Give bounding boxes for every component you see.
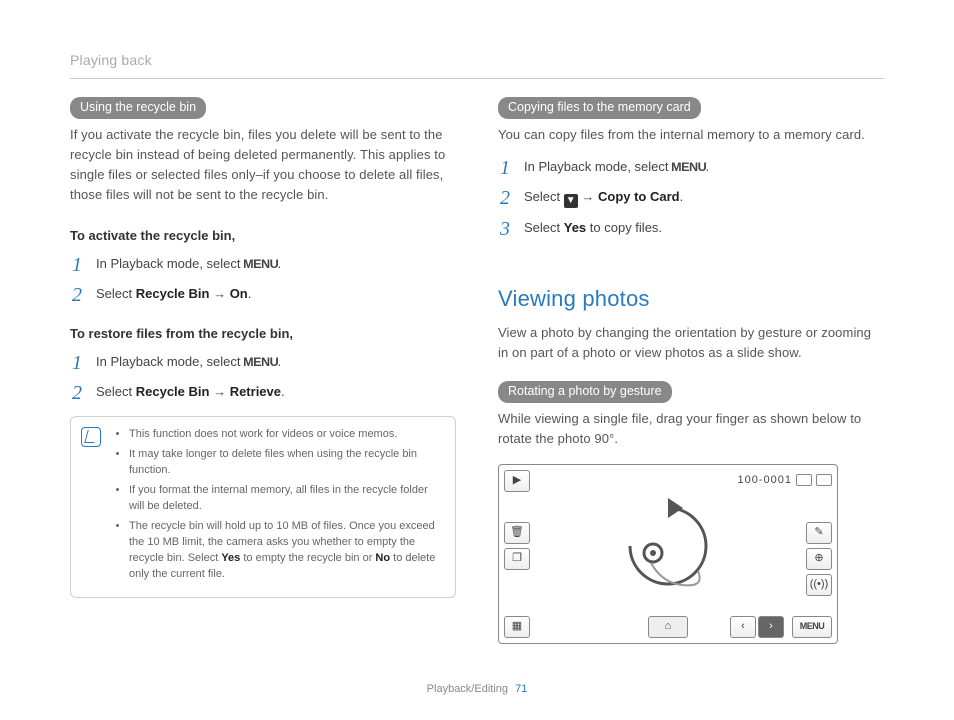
step-text: . — [281, 384, 285, 399]
right-column: Copying files to the memory card You can… — [498, 97, 884, 644]
step-copy-3: Select Yes to copy files. — [498, 218, 884, 238]
subhead-restore: To restore files from the recycle bin, — [70, 324, 456, 344]
step-text: → — [578, 189, 598, 204]
menu-icon: MENU — [671, 158, 706, 177]
screen-prev-icon: ‹ — [730, 616, 756, 638]
pill-recycle-bin: Using the recycle bin — [70, 97, 206, 119]
screen-stack-icon: ❐ — [504, 548, 530, 570]
note-item: If you format the internal memory, all f… — [129, 483, 443, 515]
steps-restore: In Playback mode, select MENU. Select Re… — [70, 352, 456, 402]
note-item: This function does not work for videos o… — [129, 427, 443, 443]
copy-intro: You can copy files from the internal mem… — [498, 125, 884, 145]
breadcrumb: Playing back — [70, 50, 884, 72]
step-text: . — [248, 286, 252, 301]
step-text: Select — [96, 286, 136, 301]
counter-text: 100-0001 — [738, 472, 793, 489]
screen-home-icon: ⌂ — [648, 616, 688, 638]
subhead-activate: To activate the recycle bin, — [70, 226, 456, 246]
chevron-down-icon: ▼ — [564, 194, 578, 208]
step-text: Select — [524, 220, 564, 235]
screen-wifi-icon: ((•)) — [806, 574, 832, 596]
note-item: It may take longer to delete files when … — [129, 447, 443, 479]
note-list: This function does not work for videos o… — [115, 427, 443, 582]
step-text: In Playback mode, select — [96, 354, 244, 369]
pill-copy-files: Copying files to the memory card — [498, 97, 701, 119]
page-footer: Playback/Editing 71 — [0, 681, 954, 698]
screen-grid-icon: ▦ — [504, 616, 530, 638]
screen-counter: 100-0001 — [738, 472, 833, 489]
step-restore-1: In Playback mode, select MENU. — [70, 352, 456, 372]
step-text: In Playback mode, select — [96, 256, 244, 271]
step-copy-1: In Playback mode, select MENU. — [498, 157, 884, 177]
step-bold: Copy to Card — [598, 189, 680, 204]
step-text: → — [209, 384, 229, 399]
steps-copy: In Playback mode, select MENU. Select ▼ … — [498, 157, 884, 238]
screen-next-icon: › — [758, 616, 784, 638]
menu-icon: MENU — [243, 255, 278, 274]
step-restore-2: Select Recycle Bin → Retrieve. — [70, 382, 456, 402]
recycle-intro: If you activate the recycle bin, files y… — [70, 125, 456, 206]
screen-play-icon: ▶ — [504, 470, 530, 492]
note-box: This function does not work for videos o… — [70, 416, 456, 597]
step-activate-2: Select Recycle Bin → On. — [70, 284, 456, 304]
step-text: Select — [96, 384, 136, 399]
footer-page-number: 71 — [515, 683, 527, 695]
section-title-viewing: Viewing photos — [498, 282, 884, 316]
pill-rotating: Rotating a photo by gesture — [498, 381, 672, 403]
viewing-intro: View a photo by changing the orientation… — [498, 323, 884, 363]
card-icon — [796, 474, 812, 486]
header-rule — [70, 78, 884, 79]
camera-screen-illustration: ▶ 🗑 ❐ ▦ 100-0001 ✎ ⊕ ((•)) ‹ › MENU ⌂ — [498, 464, 838, 644]
step-bold: Yes — [564, 220, 586, 235]
note-item: The recycle bin will hold up to 10 MB of… — [129, 519, 443, 583]
menu-icon: MENU — [243, 353, 278, 372]
left-column: Using the recycle bin If you activate th… — [70, 97, 456, 644]
step-bold: On — [230, 286, 248, 301]
note-bold: No — [375, 552, 390, 564]
screen-info-icon: ⊕ — [806, 548, 832, 570]
step-text: . — [680, 189, 684, 204]
screen-edit-icon: ✎ — [806, 522, 832, 544]
rotate-gesture-icon — [603, 493, 733, 593]
step-bold: Retrieve — [230, 384, 281, 399]
rotate-text: While viewing a single file, drag your f… — [498, 409, 884, 449]
steps-activate: In Playback mode, select MENU. Select Re… — [70, 254, 456, 304]
screen-trash-icon: 🗑 — [504, 522, 530, 544]
screen-inner: ▶ 🗑 ❐ ▦ 100-0001 ✎ ⊕ ((•)) ‹ › MENU ⌂ — [504, 470, 832, 638]
step-text: to copy files. — [586, 220, 662, 235]
content-columns: Using the recycle bin If you activate th… — [70, 97, 884, 644]
step-copy-2: Select ▼ → Copy to Card. — [498, 187, 884, 208]
note-text: to empty the recycle bin or — [240, 552, 375, 564]
step-text: In Playback mode, select — [524, 159, 672, 174]
screen-menu-button: MENU — [792, 616, 832, 638]
step-text: → — [209, 286, 229, 301]
step-bold: Recycle Bin — [136, 286, 210, 301]
footer-section: Playback/Editing — [427, 683, 508, 695]
step-bold: Recycle Bin — [136, 384, 210, 399]
battery-icon — [816, 474, 832, 486]
step-activate-1: In Playback mode, select MENU. — [70, 254, 456, 274]
note-icon — [81, 427, 101, 447]
note-bold: Yes — [221, 552, 240, 564]
step-text: Select — [524, 189, 564, 204]
